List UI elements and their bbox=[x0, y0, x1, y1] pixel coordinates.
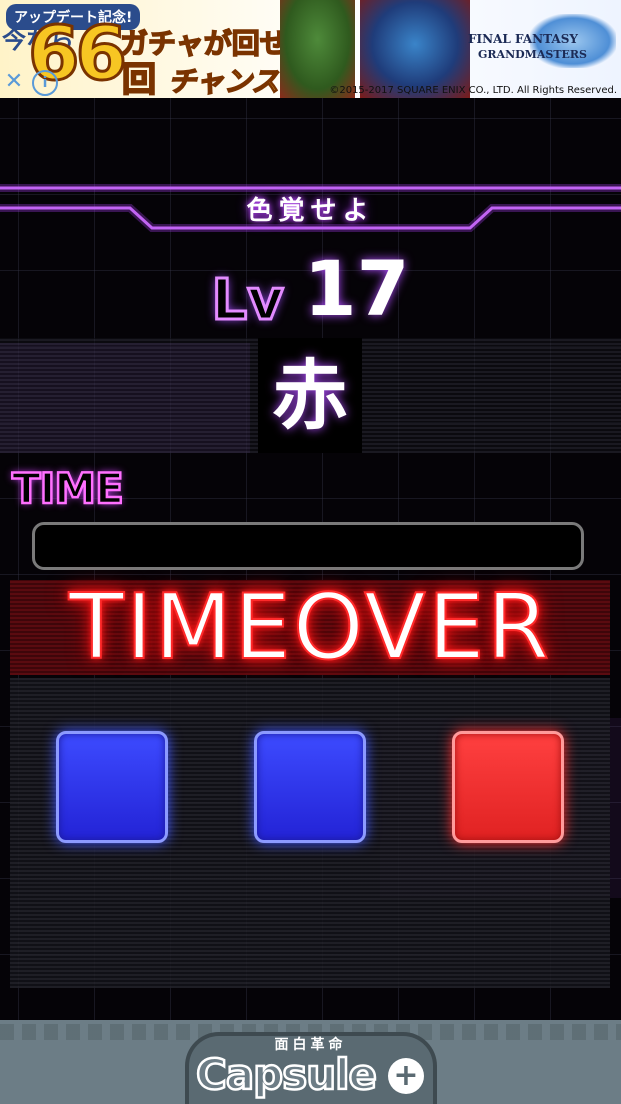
ad-brand-line1: FINAL FANTASY bbox=[468, 32, 578, 46]
close-icon[interactable]: ✕ bbox=[2, 70, 26, 94]
color-word: 赤 bbox=[258, 338, 362, 453]
time-label: TIME bbox=[11, 463, 125, 515]
color-button-red[interactable] bbox=[452, 731, 564, 843]
level-value: 17 bbox=[303, 244, 410, 333]
ad-banner[interactable]: アップデート記念! 今なら 66 回 ガチャが回せる チャンス!! FINAL … bbox=[0, 0, 621, 98]
timeover-text: TIMEOVER bbox=[68, 575, 552, 680]
game-title: 色覚せよ bbox=[246, 196, 375, 226]
color-button-blue[interactable] bbox=[254, 731, 366, 843]
ad-brand-line2: GRANDMASTERS bbox=[478, 48, 587, 61]
ad-copyright: ©2015-2017 SQUARE ENIX CO., LTD. All Rig… bbox=[329, 85, 617, 96]
game-area: 色覚せよ Lv 17 赤 TIME TIMEOVER bbox=[0, 98, 621, 1020]
level-display: Lv 17 bbox=[0, 244, 621, 335]
plus-icon: + bbox=[388, 1058, 424, 1094]
ad-game-logo: FINAL FANTASY GRANDMASTERS bbox=[468, 14, 616, 76]
footer-brand: Capsule bbox=[195, 1049, 379, 1101]
time-bar bbox=[32, 522, 584, 570]
title-banner: 色覚せよ bbox=[0, 184, 621, 234]
ad-character-image bbox=[360, 0, 470, 98]
footer-bar: 面白革命 Capsule + bbox=[0, 1020, 621, 1104]
ad-character-image bbox=[280, 0, 355, 98]
info-icon[interactable]: i bbox=[32, 70, 58, 96]
level-label: Lv bbox=[210, 267, 285, 335]
color-button-blue[interactable] bbox=[56, 731, 168, 843]
